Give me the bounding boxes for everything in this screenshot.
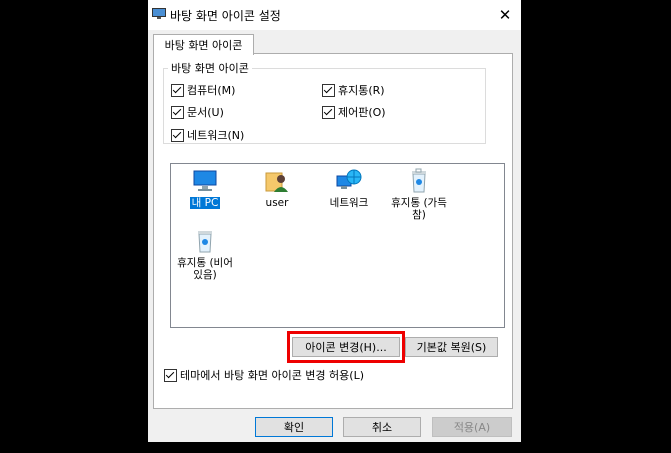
button-label: 적용(A) (453, 421, 491, 434)
ok-button[interactable]: 확인 (255, 417, 333, 437)
close-button[interactable]: ✕ (489, 0, 521, 30)
icon-item-user[interactable]: user (244, 168, 310, 209)
user-folder-icon (265, 172, 288, 192)
checkbox-checked-icon (164, 368, 177, 382)
desktop-icon-settings-dialog: 바탕 화면 아이콘 설정 ✕ 바탕 화면 아이콘 바탕 화면 아이콘 컴퓨터(M… (148, 0, 521, 442)
network-checkbox[interactable]: 네트워크(N) (171, 127, 244, 143)
checkbox-label: 제어판(O) (338, 106, 386, 119)
tab-label: 바탕 화면 아이콘 (164, 39, 243, 52)
checkbox-checked-icon (171, 128, 184, 142)
control-panel-checkbox[interactable]: 제어판(O) (322, 104, 386, 120)
desktop-icon-list[interactable]: 내 PC user 네트워크 휴지통 (가득 참) 휴지통 (비어 있음) (170, 163, 505, 328)
computer-checkbox[interactable]: 컴퓨터(M) (171, 82, 235, 98)
icon-label-line: 휴지통 (비어 (177, 257, 233, 269)
title-bar[interactable]: 바탕 화면 아이콘 설정 ✕ (148, 0, 521, 30)
highlight-box (287, 331, 405, 363)
group-legend: 바탕 화면 아이콘 (171, 62, 249, 75)
checkbox-checked-icon (322, 105, 335, 119)
tab-desktop-icons[interactable]: 바탕 화면 아이콘 (153, 34, 254, 55)
recycle-bin-full-icon (412, 168, 426, 193)
network-globe-icon (336, 169, 362, 189)
checkbox-label: 테마에서 바탕 화면 아이콘 변경 허용(L) (180, 369, 364, 382)
checkbox-label: 컴퓨터(M) (187, 84, 236, 97)
icon-label: 휴지통 (비어 있음) (175, 257, 235, 281)
monitor-icon (152, 8, 166, 19)
checkbox-checked-icon (322, 83, 335, 97)
checkbox-label: 문서(U) (187, 106, 224, 119)
tab-panel: 바탕 화면 아이콘 컴퓨터(M) 휴지통(R) 문서(U) 제어판(O) 네트워… (153, 53, 513, 409)
monitor-icon (193, 170, 217, 191)
icon-item-network[interactable]: 네트워크 (316, 168, 382, 209)
checkbox-checked-icon (171, 83, 184, 97)
icon-item-this-pc[interactable]: 내 PC (172, 168, 238, 209)
close-icon: ✕ (498, 6, 512, 24)
apply-button: 적용(A) (432, 417, 512, 437)
button-label: 취소 (371, 421, 393, 434)
icon-label-line: 참) (412, 209, 426, 221)
button-label: 기본값 복원(S) (416, 341, 487, 354)
icon-label-line: 있음) (193, 269, 217, 281)
icon-label-line: 휴지통 (가득 (391, 197, 447, 209)
recycle-bin-checkbox[interactable]: 휴지통(R) (322, 82, 385, 98)
icon-label: 휴지통 (가득 참) (389, 197, 449, 221)
documents-checkbox[interactable]: 문서(U) (171, 104, 224, 120)
allow-theme-change-checkbox[interactable]: 테마에서 바탕 화면 아이콘 변경 허용(L) (164, 367, 364, 383)
icon-label: user (265, 197, 289, 209)
checkbox-checked-icon (171, 105, 184, 119)
icon-label: 네트워크 (329, 197, 369, 209)
icon-item-recycle-bin-empty[interactable]: 휴지통 (비어 있음) (172, 228, 238, 281)
icon-item-recycle-bin-full[interactable]: 휴지통 (가득 참) (386, 168, 452, 221)
icon-label: 내 PC (189, 197, 221, 209)
checkbox-label: 네트워크(N) (187, 129, 245, 142)
button-label: 확인 (283, 421, 305, 434)
checkbox-label: 휴지통(R) (338, 84, 385, 97)
restore-default-button[interactable]: 기본값 복원(S) (405, 337, 498, 357)
cancel-button[interactable]: 취소 (343, 417, 421, 437)
window-title: 바탕 화면 아이콘 설정 (170, 9, 281, 23)
recycle-bin-empty-icon (198, 231, 212, 253)
